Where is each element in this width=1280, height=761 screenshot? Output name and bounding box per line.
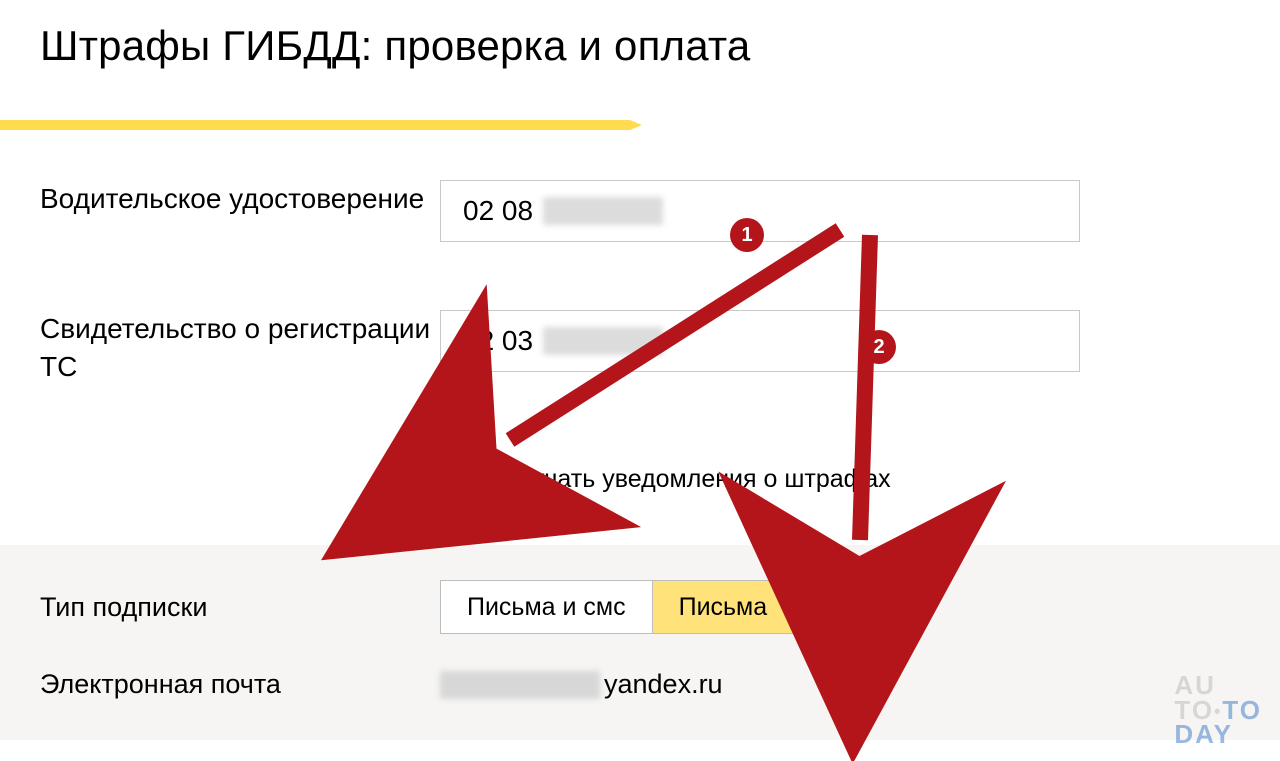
page-title: Штрафы ГИБДД: проверка и оплата (0, 0, 1280, 70)
label-vehicle-registration: Свидетельство о регистрации ТС (40, 310, 440, 386)
label-email: Электронная почта (40, 669, 440, 700)
checkbox-notifications[interactable]: ✓ (448, 467, 474, 493)
annotation-arrow-2 (860, 235, 870, 540)
label-driver-license: Водительское удостоверение (40, 180, 440, 218)
progress-bar (0, 120, 630, 130)
subscription-section: Тип подписки Письма и смс Письма Электро… (0, 545, 1280, 740)
value-email: yandex.ru (440, 669, 723, 700)
row-subscription-type: Тип подписки Письма и смс Письма (40, 580, 1280, 634)
redacted (543, 197, 663, 225)
toggle-subscription-type: Письма и смс Письма (440, 580, 794, 634)
row-vehicle-registration: Свидетельство о регистрации ТС 02 03 (0, 310, 1280, 386)
row-notifications: ✓ Получать уведомления о штрафах (448, 465, 891, 494)
toggle-option-letters-sms[interactable]: Письма и смс (441, 581, 652, 633)
redacted (543, 327, 663, 355)
input-driver-license-value: 02 08 (463, 195, 533, 227)
annotation-badge-2: 2 (862, 330, 896, 364)
email-domain: yandex.ru (604, 669, 723, 700)
row-driver-license: Водительское удостоверение 02 08 (0, 180, 1280, 242)
checkbox-notifications-label: Получать уведомления о штрафах (486, 465, 891, 494)
watermark: AU TO•TO DAY (1174, 673, 1262, 747)
annotation-badge-1: 1 (730, 218, 764, 252)
redacted (440, 671, 600, 699)
row-email: Электронная почта yandex.ru (40, 669, 1280, 700)
input-vehicle-registration[interactable]: 02 03 (440, 310, 1080, 372)
input-vehicle-registration-value: 02 03 (463, 325, 533, 357)
label-subscription-type: Тип подписки (40, 592, 440, 623)
toggle-option-letters[interactable]: Письма (652, 581, 794, 633)
